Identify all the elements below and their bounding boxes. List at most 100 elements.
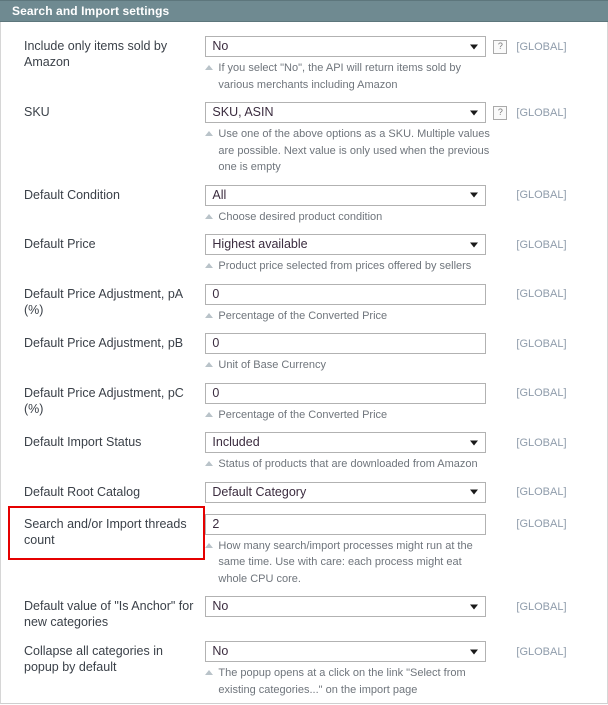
select-default-price[interactable]: Highest available [205, 234, 487, 255]
select-default-root-catalog[interactable]: Default Category [205, 481, 487, 503]
field-control-group: Included [GLOBAL] Status of products that … [205, 432, 607, 473]
input-value: 0 [212, 286, 220, 301]
chevron-down-icon [470, 604, 479, 609]
form-row-sku: SKU SKU, ASIN? [GLOBAL] Use one of the abov… [1, 102, 607, 176]
field-label-sku: SKU [24, 105, 50, 119]
field-hint: Use one of the above options as a SKU. M… [205, 126, 607, 176]
field-line: No [GLOBAL] [205, 641, 607, 662]
field-control-group: Highest available [GLOBAL] Product price s… [205, 234, 607, 275]
field-hint: Status of products that are downloaded f… [205, 456, 607, 473]
select-default-value-of-is-anchor-for-new-categories[interactable]: No [205, 596, 487, 617]
field-hint-text: Percentage of the Converted Price [218, 408, 388, 421]
select-default-import-status[interactable]: Included [205, 432, 487, 453]
triangle-up-icon [205, 411, 214, 417]
field-label-default-value-of-is-anchor-for-new-categories: Default value of "Is Anchor" for new cat… [24, 599, 194, 629]
select-value: No [212, 39, 229, 53]
field-label-default-condition: Default Condition [24, 187, 120, 202]
field-hint: The popup opens at a click on the link "… [205, 665, 607, 698]
field-line: All [GLOBAL] [205, 184, 607, 206]
triangle-up-icon [205, 213, 214, 219]
search-and-import-settings-panel: Search and Import settings Include only … [0, 0, 608, 705]
scope-badge: [GLOBAL] [516, 40, 567, 53]
field-label-default-root-catalog: Default Root Catalog [24, 484, 141, 499]
field-label-search-and-or-import-threads-count: Search and/or Import threads count [24, 516, 187, 547]
scope-badge: [GLOBAL] [516, 337, 567, 350]
field-control-group: No [GLOBAL] [205, 596, 607, 617]
field-label-default-price-adjustment-pc: Default Price Adjustment, pC (%) [24, 385, 184, 416]
field-control-group: 2 [GLOBAL] How many search/import processe… [205, 513, 607, 588]
field-hint-text: Status of products that are downloaded f… [218, 458, 478, 470]
form-row-default-import-status: Default Import Status Included [GLOBAL] Sta… [1, 432, 607, 473]
input-value: 0 [212, 385, 220, 400]
field-hint: Choose desired product condition [205, 209, 607, 226]
scope-badge: [GLOBAL] [516, 189, 567, 201]
field-hint-text: Use one of the above options as a SKU. M… [218, 128, 490, 173]
triangle-up-icon [205, 312, 214, 318]
help-question-icon[interactable]: ? [493, 39, 508, 54]
field-hint-text: How many search/import processes might r… [218, 539, 473, 585]
field-hint: Percentage of the Converted Price [205, 308, 607, 325]
text-input-default-price-adjustment-pa[interactable]: 0 [205, 283, 487, 305]
chevron-down-icon [470, 440, 479, 445]
field-hint: If you select "No", the API will return … [205, 60, 607, 93]
panel-header: Search and Import settings [0, 0, 608, 22]
triangle-up-icon [205, 131, 214, 136]
field-hint: Percentage of the Converted Price [205, 407, 607, 424]
select-value: No [212, 644, 229, 658]
chevron-down-icon [470, 242, 479, 247]
field-hint-text: Unit of Base Currency [218, 359, 326, 371]
form-row-default-price: Default Price Highest available [GLOBAL] Pr… [1, 234, 607, 275]
field-hint-text: Percentage of the Converted Price [218, 309, 388, 322]
field-line: No [GLOBAL] [205, 596, 607, 617]
chevron-down-icon [470, 489, 479, 495]
field-hint: Product price selected from prices offer… [205, 258, 607, 275]
field-control-group: No [GLOBAL] The popup opens at a click on … [205, 641, 607, 698]
field-hint-text: Product price selected from prices offer… [218, 260, 472, 272]
field-control-group: 0 [GLOBAL] Unit of Base Currency [205, 333, 607, 374]
scope-badge: [GLOBAL] [516, 288, 567, 300]
triangle-up-icon [205, 362, 214, 367]
input-value: 2 [212, 516, 220, 531]
text-input-default-price-adjustment-pb[interactable]: 0 [205, 333, 487, 354]
scope-badge: [GLOBAL] [516, 387, 567, 399]
form-row-search-and-or-import-threads-count: Search and/or Import threads count 2 [GLOB… [1, 505, 607, 588]
field-line: Default Category [GLOBAL] [205, 481, 607, 503]
form-row-collapse-all-categories-in-popup-by-default: Collapse all categories in popup by defa… [1, 641, 607, 698]
field-line: 0 [GLOBAL] [205, 333, 607, 354]
select-include-only-items-sold-by-amazon[interactable]: No [205, 36, 487, 57]
chevron-down-icon [470, 44, 479, 49]
scope-badge: [GLOBAL] [516, 238, 567, 251]
field-line: SKU, ASIN? [GLOBAL] [205, 102, 607, 123]
field-control-group: 0 [GLOBAL] Percentage of the Converted Pri… [205, 283, 607, 325]
field-hint: Unit of Base Currency [205, 357, 607, 374]
scope-badge: [GLOBAL] [516, 518, 567, 530]
field-label-default-price-adjustment-pb: Default Price Adjustment, pB [24, 336, 184, 350]
panel-title: Search and Import settings [12, 4, 170, 18]
triangle-up-icon [205, 542, 214, 548]
field-label-default-price-adjustment-pa: Default Price Adjustment, pA (%) [24, 286, 183, 317]
field-control-group: Default Category [GLOBAL] [205, 481, 607, 503]
field-line: 2 [GLOBAL] [205, 513, 607, 535]
select-collapse-all-categories-in-popup-by-default[interactable]: No [205, 641, 487, 662]
select-value: Included [212, 435, 260, 449]
field-hint: How many search/import processes might r… [205, 538, 607, 588]
help-question-icon[interactable]: ? [493, 105, 508, 120]
field-label-include-only-items-sold-by-amazon: Include only items sold by Amazon [24, 39, 168, 69]
scope-badge: [GLOBAL] [516, 645, 567, 658]
triangle-up-icon [205, 461, 214, 466]
triangle-up-icon [205, 263, 214, 268]
form-row-default-price-adjustment-pa: Default Price Adjustment, pA (%) 0 [GLOBAL… [1, 283, 607, 325]
select-sku[interactable]: SKU, ASIN [205, 102, 487, 123]
text-input-default-price-adjustment-pc[interactable]: 0 [205, 382, 487, 404]
field-control-group: No? [GLOBAL] If you select "No", the API w… [205, 36, 607, 93]
text-input-search-and-or-import-threads-count[interactable]: 2 [205, 513, 487, 535]
chevron-down-icon [470, 649, 479, 654]
input-value: 0 [212, 336, 220, 350]
field-line: Highest available [GLOBAL] [205, 234, 607, 255]
select-default-condition[interactable]: All [205, 184, 487, 206]
triangle-up-icon [205, 670, 214, 675]
form-row-include-only-items-sold-by-amazon: Include only items sold by Amazon No? [GLO… [1, 36, 607, 93]
field-hint-text: The popup opens at a click on the link "… [218, 667, 466, 696]
field-label-collapse-all-categories-in-popup-by-default: Collapse all categories in popup by defa… [24, 644, 163, 674]
field-control-group: 0 [GLOBAL] Percentage of the Converted Pri… [205, 382, 607, 424]
